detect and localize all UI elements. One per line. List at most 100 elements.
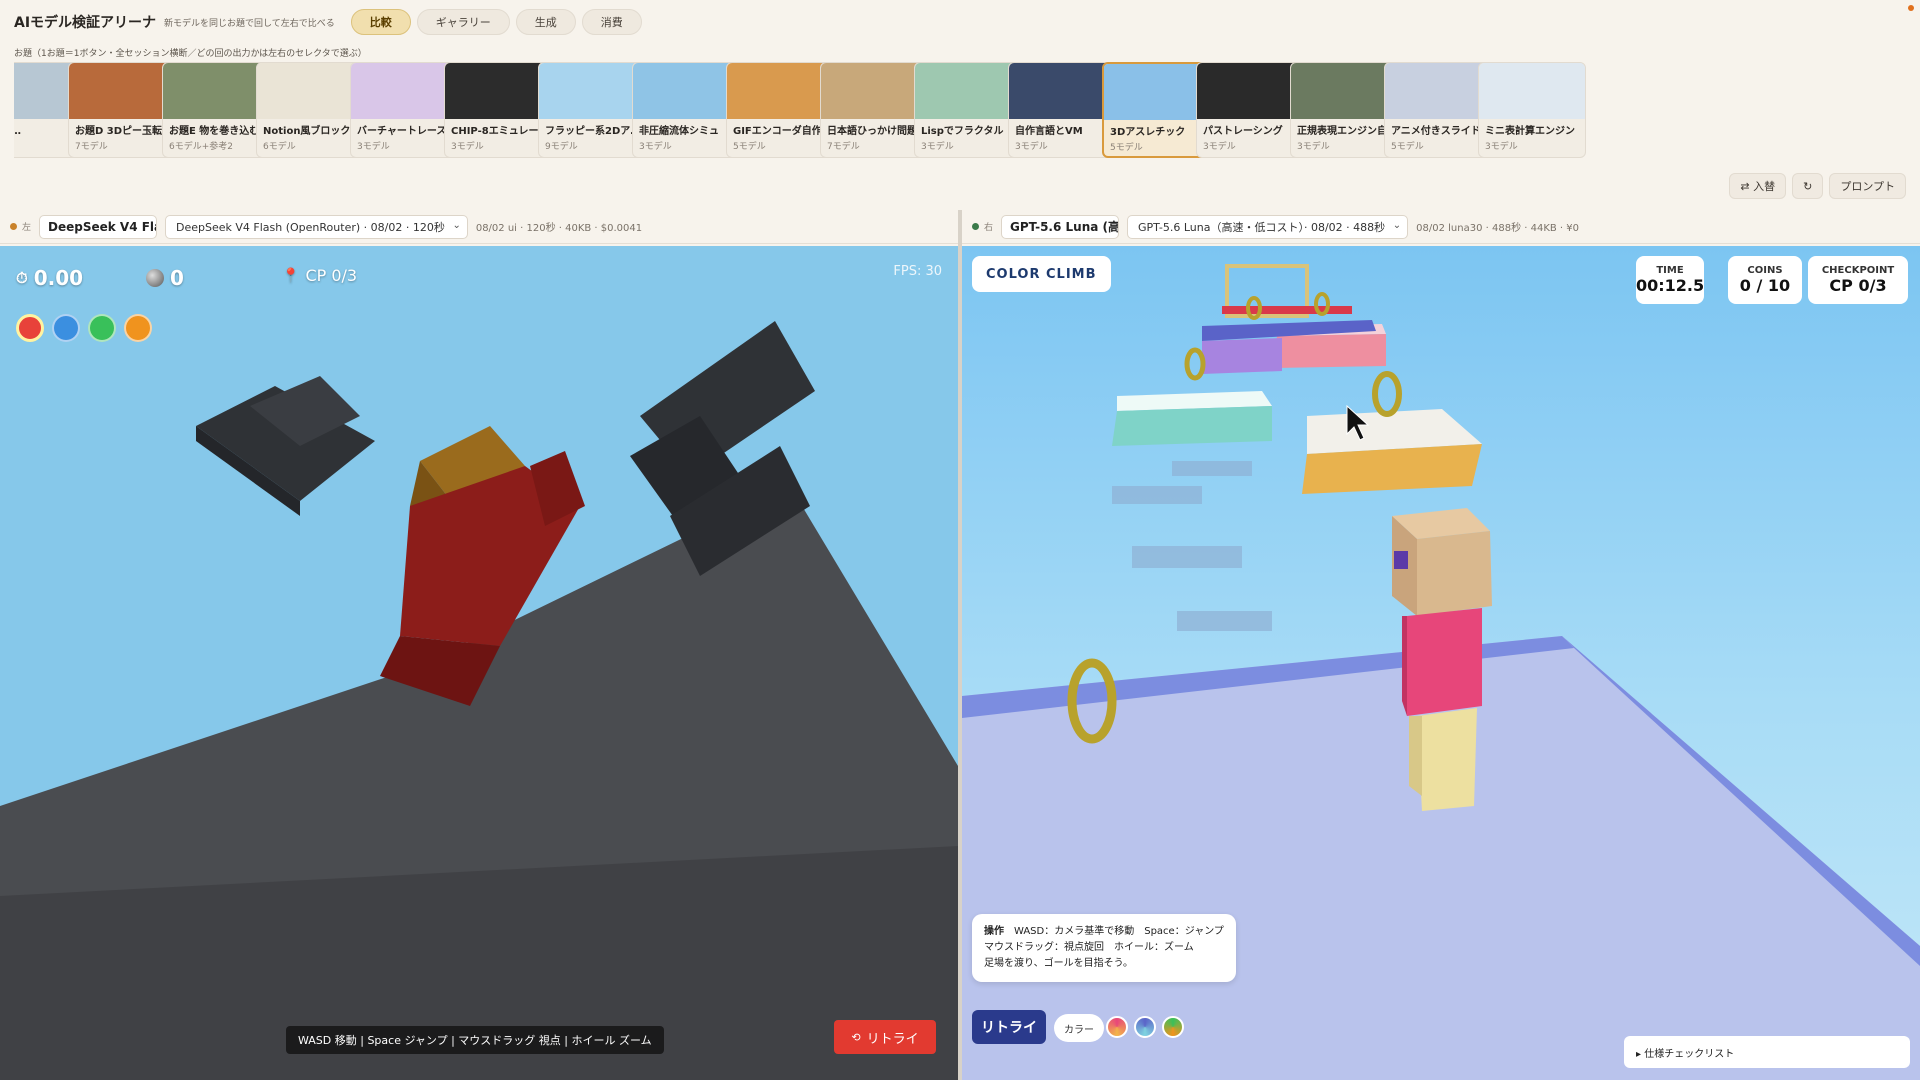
right-game-canvas[interactable]: COLOR CLIMB TIME 00:12.5 COINS 0 / 10 CH… [962,246,1920,1080]
topic-count: 7モデル [827,142,860,152]
color-dot[interactable] [16,314,44,342]
topic-strip: 有サイ…2お題D 3Dピー玉転…7モデルお題E 物を巻き込む…6モデル+参考2N… [14,62,1914,160]
nav-usage[interactable]: 消費 [581,9,642,35]
topic-thumbnail [163,63,269,119]
left-retry-label: リトライ [866,1031,919,1047]
chevron-down-icon: ⌄ [1392,219,1402,231]
time-value: 00:12.5 [1635,276,1705,295]
left-scene [0,321,958,1080]
left-checkpoint-value: CP 0/3 [305,266,358,285]
topic-card[interactable]: フラッピー系2Dア… 9モデル [538,62,646,158]
app-title: AIモデル検証アリーナ [14,15,157,31]
topic-thumbnail [1385,63,1491,119]
help-title: 操作 [984,926,1004,937]
orb-icon [146,269,164,287]
right-model-selector: 右 GPT-5.6 Luna (高 GPT-5.6 Luna（高速・低コスト）·… [962,210,1920,244]
checkpoint-value: CP 0/3 [1829,276,1887,295]
refresh-button[interactable]: ↻ [1792,173,1824,199]
topic-name: お題D 3Dピー玉転… [75,126,173,137]
topic-count: 5モデル [1110,143,1143,153]
topic-count: 6モデル [263,142,296,152]
color-button[interactable]: カラー [1054,1014,1104,1042]
stopwatch-icon: ⏱ [16,269,28,287]
left-timer-value: 0.00 [33,266,84,290]
color-dot[interactable] [88,314,116,342]
swap-button[interactable]: ⇄ 入替 [1729,173,1787,199]
help-line3: 足場を渡り、ゴールを目指そう。 [984,958,1133,969]
topic-thumbnail [1197,63,1303,119]
topic-card[interactable]: パストレーシング 3モデル [1196,62,1304,158]
left-game-canvas[interactable]: ⏱ 0.00 0 📍 CP 0/3 FPS: 30 WASD 移動 | Spac… [0,246,958,1080]
time-stat: TIME 00:12.5 [1636,256,1704,304]
nav-compare[interactable]: 比較 [350,9,411,35]
left-run-select[interactable]: DeepSeek V4 Flash (OpenRouter) · 08/02 ·… [165,214,468,239]
coins-label: COINS [1747,265,1783,276]
color-swatch-green[interactable] [1162,1016,1184,1038]
topic-thumbnail [821,63,927,119]
topic-count: 6モデル+参考2 [169,142,233,152]
right-retry-button[interactable]: リトライ [972,1010,1046,1044]
topic-thumbnail [1479,63,1585,119]
topic-count: 5モデル [733,142,766,152]
nav-generate[interactable]: 生成 [515,9,576,35]
right-run-meta: 08/02 luna30 · 488秒 · 44KB · ¥0 [1416,223,1580,234]
chevron-down-icon: ⌄ [452,219,461,231]
left-model-chip[interactable]: DeepSeek V4 Flas [39,214,158,239]
topic-name: ミニ表計算エンジン [1485,126,1575,137]
topic-thumbnail [257,63,363,119]
topic-name: 日本語ひっかけ問題… [827,126,927,137]
topic-card[interactable]: ミニ表計算エンジン 3モデル [1478,62,1586,158]
topic-card[interactable]: 自作言語とVM 3モデル [1008,62,1116,158]
topic-thumbnail [1291,63,1397,119]
topic-card[interactable]: Lispでフラクタル 3モデル [914,62,1022,158]
spec-checklist-toggle[interactable]: ▸ 仕様チェックリスト [1624,1036,1910,1068]
topic-name: バーチャートレース [357,126,447,137]
topic-thumbnail [915,63,1021,119]
topic-thumbnail [1104,64,1208,120]
left-run-select-value: DeepSeek V4 Flash (OpenRouter) · 08/02 ·… [176,220,445,234]
app-subtitle: 新モデルを同じお題で回して左右で比べる [164,18,335,29]
topic-card[interactable]: アニメ付きスライド 5モデル [1384,62,1492,158]
topic-card[interactable]: お題D 3Dピー玉転… 7モデル [68,62,176,158]
topic-card[interactable]: 非圧縮流体シミュ 3モデル [632,62,740,158]
left-timer: ⏱ 0.00 [16,266,83,290]
controls-help: 操作 WASD：カメラ基準で移動 Space：ジャンプ マウスドラッグ：視点旋回… [972,914,1236,982]
topic-card[interactable]: 日本語ひっかけ問題… 7モデル [820,62,928,158]
nav-gallery[interactable]: ギャラリー [416,9,510,35]
left-status-dot [10,223,17,230]
topic-count: 3モデル [639,142,672,152]
topic-name: フラッピー系2Dア… [545,126,641,137]
topic-name: Lispでフラクタル [921,126,1004,137]
prompt-button[interactable]: プロンプト [1829,173,1906,199]
topic-card[interactable]: 3Dアスレチック 5モデル [1102,62,1210,158]
right-run-select[interactable]: GPT-5.6 Luna（高速・低コスト）· 08/02 · 488秒 ⌄ [1127,214,1409,239]
coins-stat: COINS 0 / 10 [1728,256,1802,304]
color-swatch-blue[interactable] [1134,1016,1156,1038]
topic-card[interactable]: GIFエンコーダ自作 5モデル [726,62,834,158]
topic-name: パストレーシング [1203,126,1283,137]
right-model-chip[interactable]: GPT-5.6 Luna (高 [1001,214,1120,239]
compare-toolbar: ⇄ 入替 ↻ プロンプト [1729,173,1906,199]
topic-count: 3モデル [1015,142,1048,152]
color-dot[interactable] [52,314,80,342]
color-swatch-pink[interactable] [1106,1016,1128,1038]
left-color-picker [16,314,152,342]
floating-block [196,376,375,516]
help-line1: WASD：カメラ基準で移動 Space：ジャンプ [1014,926,1224,937]
topic-card[interactable]: お題E 物を巻き込む… 6モデル+参考2 [162,62,270,158]
topic-name: CHIP-8エミュレータ [451,126,549,137]
topic-thumbnail [727,63,833,119]
topic-name: 自作言語とVM [1015,126,1083,137]
topic-count: 3モデル [1485,142,1518,152]
left-run-meta: 08/02 ui · 120秒 · 40KB · $0.0041 [475,223,643,234]
color-dot[interactable] [124,314,152,342]
topic-card[interactable]: Notion風ブロック… 6モデル [256,62,364,158]
topic-name: 非圧縮流体シミュ [639,126,719,137]
topic-thumbnail [539,63,645,119]
topic-card[interactable]: バーチャートレース 3モデル [350,62,458,158]
help-line2: マウスドラッグ：視点旋回 ホイール：ズーム [984,942,1194,953]
topic-card[interactable]: 正規表現エンジン自作 3モデル [1290,62,1398,158]
topic-thumbnail [445,63,551,119]
topic-card[interactable]: CHIP-8エミュレータ 3モデル [444,62,552,158]
left-retry-button[interactable]: ⟲ リトライ [834,1020,936,1054]
